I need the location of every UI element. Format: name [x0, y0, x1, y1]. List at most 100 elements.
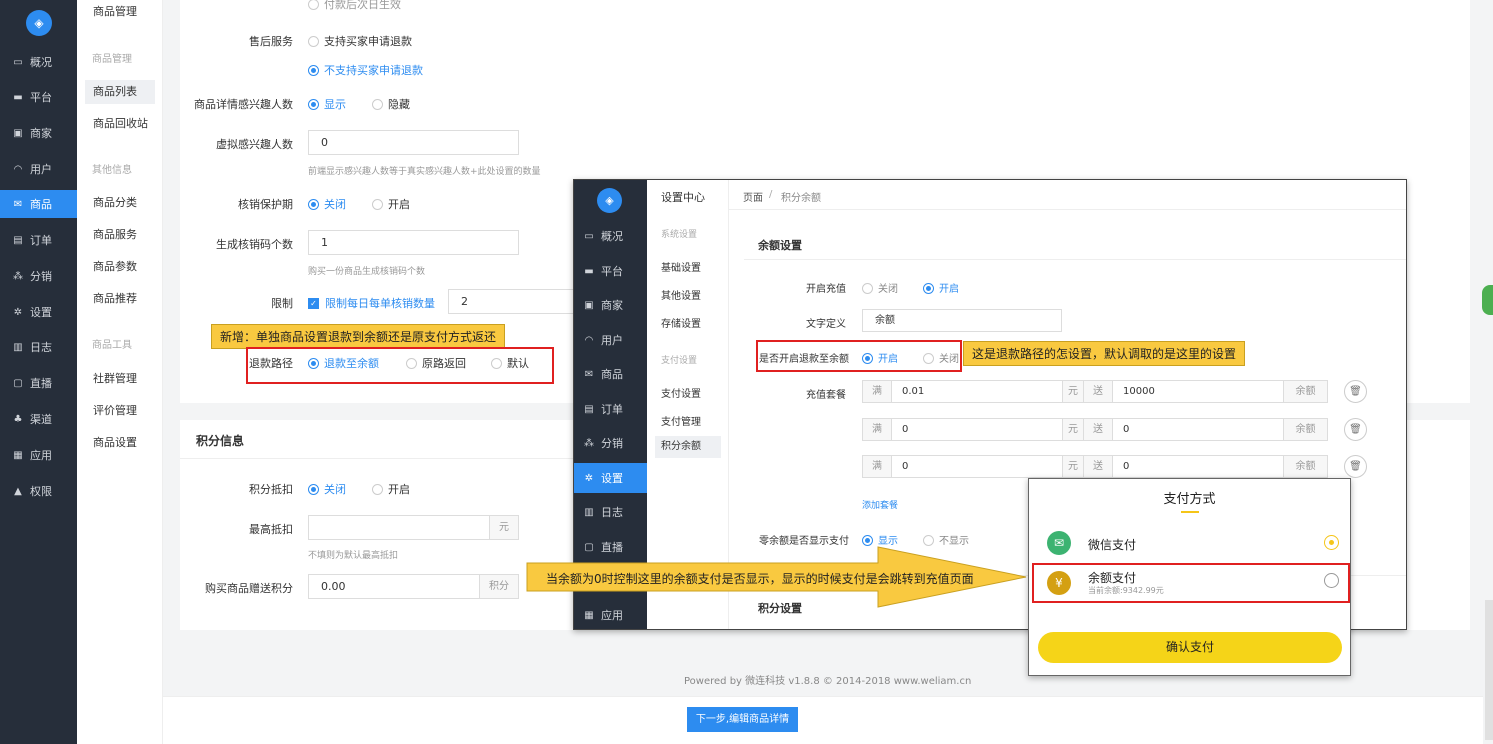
subnav-service[interactable]: 商品服务	[85, 223, 155, 247]
sidebar-item-6[interactable]: ⁂ 分销	[0, 262, 77, 290]
shot2-add-package-link[interactable]: 添加套餐	[862, 498, 898, 511]
shot2-group-system: 系统设置	[661, 230, 698, 240]
package-bonus-input[interactable]: 0	[1112, 418, 1284, 441]
refund-original-radio[interactable]: 原路返回	[406, 355, 466, 371]
aftersale-nosupport-radio[interactable]: 不支持买家申请退款	[308, 62, 423, 78]
shot2-sub-other[interactable]: 其他设置	[661, 287, 701, 302]
scrollbar[interactable]	[1485, 600, 1493, 740]
shot2-zero-show-radio[interactable]: 显示	[862, 532, 898, 547]
sidebar-item-8[interactable]: ▥ 日志	[0, 333, 77, 361]
shot2-nav-item-5[interactable]: ▤ 订单	[574, 394, 647, 424]
subnav-settings[interactable]: 商品设置	[85, 431, 155, 455]
package-amount-input[interactable]: 0	[891, 418, 1063, 441]
max-deduct-input[interactable]	[308, 515, 490, 540]
max-deduct-label: 最高抵扣	[249, 523, 293, 536]
shot2-sub-basic[interactable]: 基础设置	[661, 259, 701, 274]
app-logo-icon[interactable]: ◈	[26, 10, 52, 36]
sidebar-item-1[interactable]: ▬ 平台	[0, 83, 77, 111]
shot2-sub-title[interactable]: 设置中心	[661, 189, 705, 205]
virtual-interest-input[interactable]: 0	[308, 130, 519, 155]
subnav-goods-list[interactable]: 商品列表	[85, 80, 155, 104]
sidebar-item-10[interactable]: ♣ 渠道	[0, 405, 77, 433]
gift-points-input[interactable]: 0.00	[308, 574, 480, 599]
verify-off-radio[interactable]: 关闭	[308, 196, 346, 212]
shot2-nav-item-6[interactable]: ⁂ 分销	[574, 428, 647, 458]
limit-checkbox[interactable]: ✓ 限制每日每单核销数量	[308, 295, 435, 311]
shot2-sub-paymgr[interactable]: 支付管理	[661, 413, 701, 428]
package-full-label: 满	[862, 380, 892, 403]
floating-helper-icon[interactable]	[1482, 285, 1493, 315]
subnav-recycle[interactable]: 商品回收站	[85, 112, 155, 136]
subnav-group-tools: 商品工具	[92, 340, 132, 351]
subnav-recommend[interactable]: 商品推荐	[85, 287, 155, 311]
wechat-pay-radio[interactable]	[1324, 535, 1339, 550]
limit-checkbox-label: 限制每日每单核销数量	[325, 297, 435, 310]
package-bonus-input[interactable]: 0	[1112, 455, 1284, 478]
shot2-breadcrumb-home[interactable]: 页面	[743, 189, 763, 204]
subnav-category[interactable]: 商品分类	[85, 191, 155, 215]
next-step-button[interactable]: 下一步,编辑商品详情	[687, 707, 798, 732]
sidebar-item-label: 概况	[30, 56, 52, 69]
top-partial-option[interactable]: 付款后次日生效	[308, 0, 401, 12]
package-bonus-input[interactable]: 10000	[1112, 380, 1284, 403]
shot2-logo-icon[interactable]: ◈	[597, 188, 622, 213]
shot2-sub-points[interactable]: 积分余额	[655, 436, 721, 458]
shot2-recharge-on-radio[interactable]: 开启	[923, 280, 959, 295]
sidebar-item-11[interactable]: ▦ 应用	[0, 441, 77, 469]
shot2-nav-item-4[interactable]: ✉ 商品	[574, 359, 647, 389]
trash-icon[interactable]: 🗑	[1344, 418, 1367, 441]
package-unit-label: 余额	[1283, 418, 1328, 441]
points-deduct-off-radio[interactable]: 关闭	[308, 481, 346, 497]
balance-pay-radio[interactable]	[1324, 573, 1339, 588]
main-sidebar: ◈ ▭ 概况 ▬ 平台 ▣ 商家 ◠ 用户 ✉ 商品 ▤ 订单 ⁂ 分销 ✲ 设置 ▥ 日志 ▢ 直播 ♣ 渠道 ▦ 应用 ▲ 权…	[0, 0, 77, 744]
codes-count-input[interactable]: 1	[308, 230, 519, 255]
book-icon: ▥	[13, 341, 23, 353]
shot2-nav-item-2[interactable]: ▣ 商家	[574, 290, 647, 320]
shot2-nav-item-0[interactable]: ▭ 概况	[574, 221, 647, 251]
shot2-text-input[interactable]: 余额	[862, 309, 1062, 332]
sidebar-item-0[interactable]: ▭ 概况	[0, 48, 77, 76]
trash-icon[interactable]: 🗑	[1344, 455, 1367, 478]
shot2-nav-item-8[interactable]: ▥ 日志	[574, 497, 647, 527]
limit-value-input[interactable]: 2	[448, 289, 574, 314]
refund-default-radio[interactable]: 默认	[491, 355, 529, 371]
pay-title: 支付方式	[1163, 492, 1216, 507]
shot2-recharge-off-radio[interactable]: 关闭	[862, 280, 898, 295]
shot2-text-label: 文字定义	[806, 319, 846, 330]
interest-show-radio[interactable]: 显示	[308, 96, 346, 112]
aftersale-support-radio[interactable]: 支持买家申请退款	[308, 33, 412, 49]
package-full-label: 满	[862, 455, 892, 478]
points-deduct-on-radio[interactable]: 开启	[372, 481, 410, 497]
virtual-interest-hint: 前端显示感兴趣人数等于真实感兴趣人数+此处设置的数量	[308, 167, 541, 177]
subnav-community[interactable]: 社群管理	[85, 367, 155, 391]
shot2-sub-storage[interactable]: 存储设置	[661, 315, 701, 330]
confirm-pay-button[interactable]: 确认支付	[1038, 632, 1342, 663]
sidebar-item-9[interactable]: ▢ 直播	[0, 369, 77, 397]
live-icon: ▢	[13, 377, 23, 389]
shot2-zero-hide-radio[interactable]: 不显示	[923, 532, 969, 547]
sidebar-item-7[interactable]: ✲ 设置	[0, 298, 77, 326]
verify-protect-label: 核销保护期	[238, 198, 293, 211]
interest-hide-radio[interactable]: 隐藏	[372, 96, 410, 112]
shot2-nav-item-3[interactable]: ◠ 用户	[574, 325, 647, 355]
sidebar-item-5[interactable]: ▤ 订单	[0, 226, 77, 254]
subnav-top[interactable]: 商品管理	[85, 0, 155, 24]
shot2-nav-item-1[interactable]: ▬ 平台	[574, 256, 647, 286]
shot2-nav-item-7[interactable]: ✲ 设置	[574, 463, 647, 493]
verify-on-radio[interactable]: 开启	[372, 196, 410, 212]
refund-balance-radio[interactable]: 退款至余额	[308, 355, 379, 371]
subnav-review[interactable]: 评价管理	[85, 399, 155, 423]
shot2-sub-pay[interactable]: 支付设置	[661, 385, 701, 400]
shot2-recharge-on-label: 开启	[939, 284, 959, 295]
package-amount-input[interactable]: 0	[891, 455, 1063, 478]
user-icon: ◠	[13, 163, 23, 175]
verify-on-label: 开启	[388, 198, 410, 211]
trash-icon[interactable]: 🗑	[1344, 380, 1367, 403]
sidebar-item-12[interactable]: ▲ 权限	[0, 477, 77, 505]
subnav-params[interactable]: 商品参数	[85, 255, 155, 279]
sidebar-item-3[interactable]: ◠ 用户	[0, 155, 77, 183]
sidebar-item-2[interactable]: ▣ 商家	[0, 119, 77, 147]
sidebar-item-4[interactable]: ✉ 商品	[0, 190, 77, 218]
verify-off-label: 关闭	[324, 198, 346, 211]
package-amount-input[interactable]: 0.01	[891, 380, 1063, 403]
